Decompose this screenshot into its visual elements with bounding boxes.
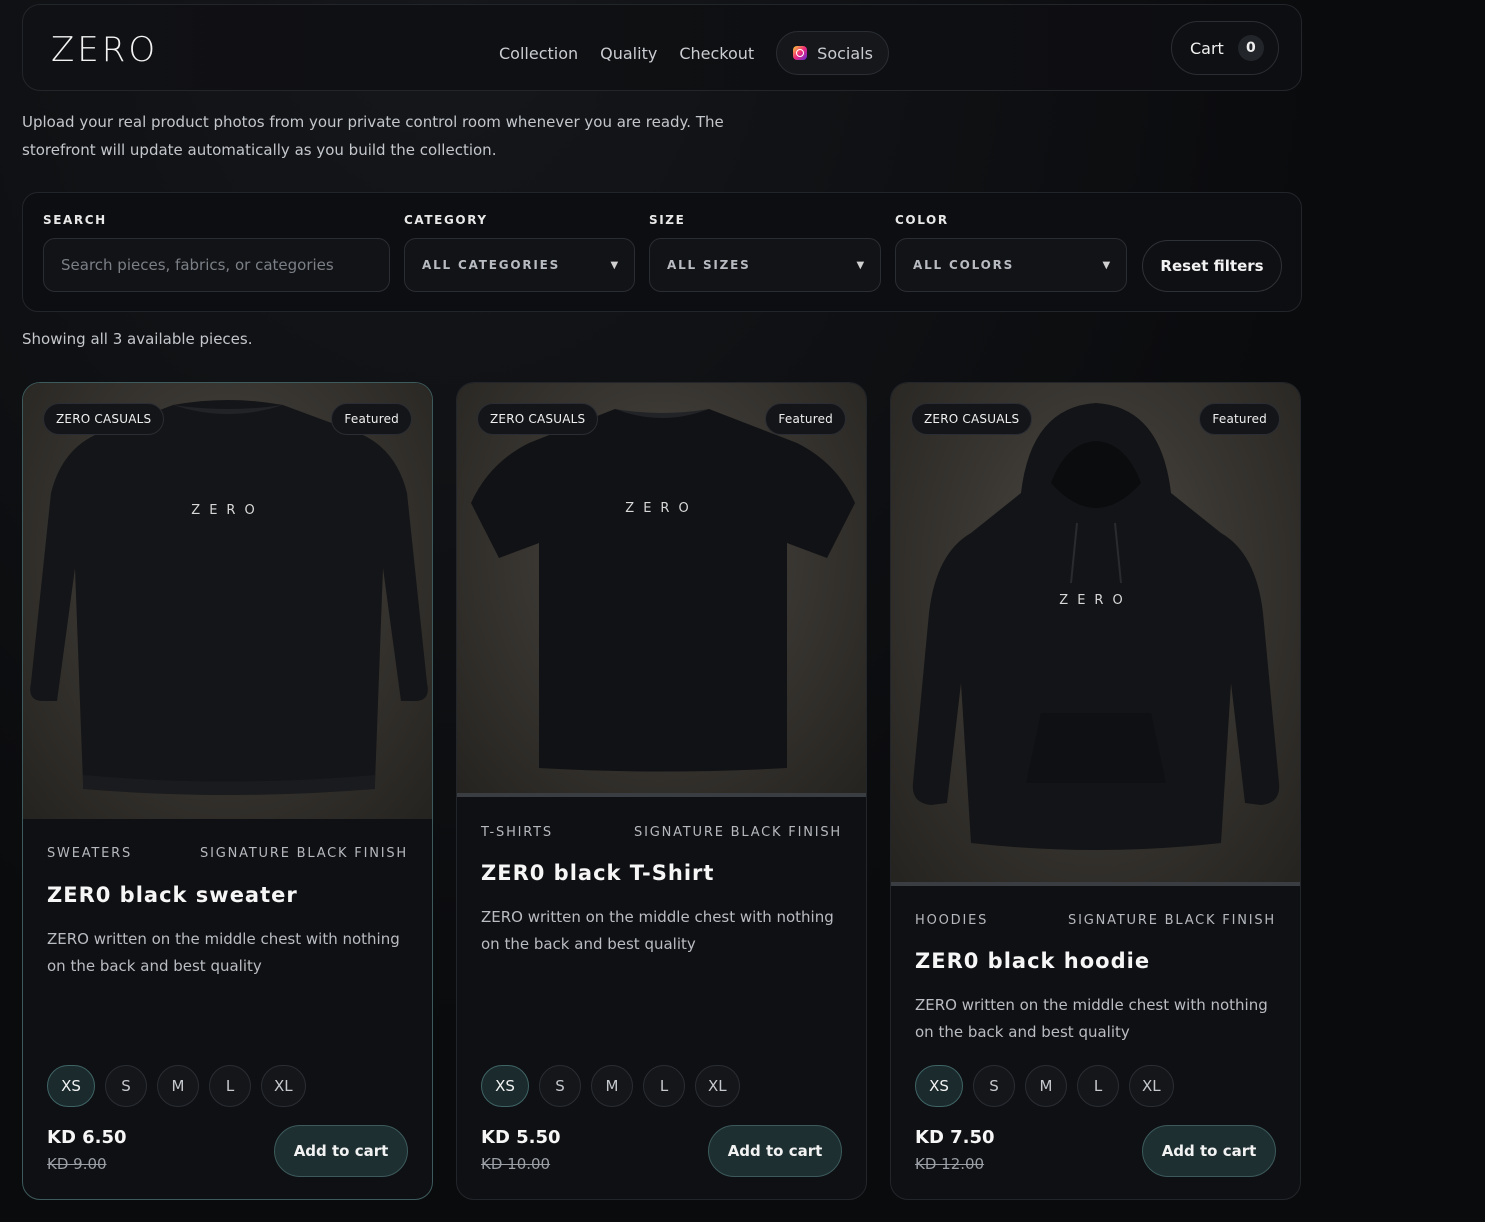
product-old-price: KD 10.00 [481, 1155, 551, 1173]
product-price: KD 7.50 [915, 1127, 995, 1148]
size-option-s[interactable]: S [539, 1065, 581, 1107]
product-card[interactable]: ZERO ZERO CASUALS Featured SWEATERS SIGN… [22, 382, 433, 1200]
product-meta: T-SHIRTS SIGNATURE BLACK FINISH [481, 825, 842, 840]
intro-text: Upload your real product photos from you… [22, 113, 724, 159]
size-option-s[interactable]: S [973, 1065, 1015, 1107]
size-options: XS S M L XL [47, 1065, 306, 1107]
nav-link-collection[interactable]: Collection [499, 44, 578, 63]
search-label: SEARCH [43, 213, 107, 227]
product-meta: SWEATERS SIGNATURE BLACK FINISH [47, 846, 408, 861]
size-option-xs[interactable]: XS [47, 1065, 95, 1107]
product-title: ZER0 black T-Shirt [481, 861, 715, 885]
size-option-s[interactable]: S [105, 1065, 147, 1107]
size-option-xl[interactable]: XL [261, 1065, 306, 1107]
product-image[interactable]: ZERO ZERO CASUALS Featured [23, 383, 432, 819]
product-image[interactable]: ZERO ZERO CASUALS Featured [457, 383, 866, 797]
nav-link-checkout[interactable]: Checkout [679, 44, 754, 63]
category-select[interactable]: ALL CATEGORIES ▼ [404, 238, 635, 292]
category-value: ALL CATEGORIES [422, 258, 561, 272]
product-description: ZERO written on the middle chest with no… [481, 908, 834, 953]
size-option-l[interactable]: L [1077, 1065, 1119, 1107]
site-header: ZERO Collection Quality Checkout Socials… [22, 4, 1302, 91]
product-old-price: KD 9.00 [47, 1155, 107, 1173]
search-placeholder: Search pieces, fabrics, or categories [61, 256, 334, 274]
color-label: COLOR [895, 213, 949, 227]
garment-print-text: ZERO [625, 501, 698, 516]
color-value: ALL COLORS [913, 258, 1015, 272]
product-finish: SIGNATURE BLACK FINISH [1068, 913, 1276, 928]
size-option-m[interactable]: M [157, 1065, 199, 1107]
size-option-xs[interactable]: XS [915, 1065, 963, 1107]
add-to-cart-button[interactable]: Add to cart [1142, 1125, 1276, 1177]
size-options: XS S M L XL [915, 1065, 1174, 1107]
tshirt-illustration [471, 409, 855, 772]
cart-label: Cart [1190, 38, 1224, 58]
product-finish: SIGNATURE BLACK FINISH [634, 825, 842, 840]
size-value: ALL SIZES [667, 258, 751, 272]
socials-label: Socials [817, 43, 873, 63]
product-image[interactable]: ZERO ZERO CASUALS Featured [891, 383, 1300, 886]
image-progress-bar [457, 793, 866, 797]
product-title: ZER0 black hoodie [915, 949, 1151, 973]
size-option-l[interactable]: L [643, 1065, 685, 1107]
size-option-m[interactable]: M [591, 1065, 633, 1107]
product-price: KD 6.50 [47, 1127, 127, 1148]
reset-filters-button[interactable]: Reset filters [1142, 240, 1282, 292]
featured-badge: Featured [765, 403, 846, 435]
instagram-icon [793, 46, 808, 60]
product-description: ZERO written on the middle chest with no… [47, 930, 400, 975]
size-select[interactable]: ALL SIZES ▼ [649, 238, 881, 292]
product-price: KD 5.50 [481, 1127, 561, 1148]
size-option-l[interactable]: L [209, 1065, 251, 1107]
cart-count-badge: 0 [1237, 35, 1264, 61]
garment-print-text: ZERO [1059, 593, 1132, 608]
product-finish: SIGNATURE BLACK FINISH [200, 846, 408, 861]
product-card[interactable]: ZERO ZERO CASUALS Featured HOODIES SIGNA… [890, 382, 1301, 1200]
add-to-cart-button[interactable]: Add to cart [708, 1125, 842, 1177]
chevron-down-icon: ▼ [610, 259, 620, 271]
product-category: SWEATERS [47, 846, 133, 861]
product-category: HOODIES [915, 913, 989, 928]
image-progress-bar [891, 882, 1300, 886]
brand-tag: ZERO CASUALS [477, 403, 599, 435]
product-description: ZERO written on the middle chest with no… [915, 996, 1268, 1041]
garment-print-text: ZERO [191, 503, 264, 518]
category-label: CATEGORY [404, 213, 488, 227]
brand-tag: ZERO CASUALS [43, 403, 165, 435]
main-nav: Collection Quality Checkout Socials [499, 31, 889, 75]
featured-badge: Featured [331, 403, 412, 435]
product-meta: HOODIES SIGNATURE BLACK FINISH [915, 913, 1276, 928]
socials-button[interactable]: Socials [776, 31, 889, 75]
brand-tag: ZERO CASUALS [911, 403, 1033, 435]
sweater-illustration [30, 400, 428, 795]
filter-panel: SEARCH Search pieces, fabrics, or catego… [22, 192, 1302, 312]
featured-badge: Featured [1199, 403, 1280, 435]
search-input[interactable]: Search pieces, fabrics, or categories [43, 238, 390, 292]
brand-wordmark: ZERO [51, 30, 159, 70]
chevron-down-icon: ▼ [856, 259, 866, 271]
add-to-cart-button[interactable]: Add to cart [274, 1125, 408, 1177]
product-category: T-SHIRTS [481, 825, 553, 840]
size-options: XS S M L XL [481, 1065, 740, 1107]
product-title: ZER0 black sweater [47, 883, 298, 907]
brand-logo[interactable]: ZERO [51, 33, 158, 67]
nav-link-quality[interactable]: Quality [600, 44, 657, 63]
size-option-xs[interactable]: XS [481, 1065, 529, 1107]
size-option-xl[interactable]: XL [1129, 1065, 1174, 1107]
color-select[interactable]: ALL COLORS ▼ [895, 238, 1127, 292]
size-option-xl[interactable]: XL [695, 1065, 740, 1107]
hoodie-illustration [912, 403, 1280, 850]
product-old-price: KD 12.00 [915, 1155, 985, 1173]
product-card[interactable]: ZERO ZERO CASUALS Featured T-SHIRTS SIGN… [456, 382, 867, 1200]
size-label: SIZE [649, 213, 686, 227]
results-count: Showing all 3 available pieces. [22, 330, 253, 348]
cart-button[interactable]: Cart 0 [1171, 21, 1279, 75]
size-option-m[interactable]: M [1025, 1065, 1067, 1107]
chevron-down-icon: ▼ [1102, 259, 1112, 271]
